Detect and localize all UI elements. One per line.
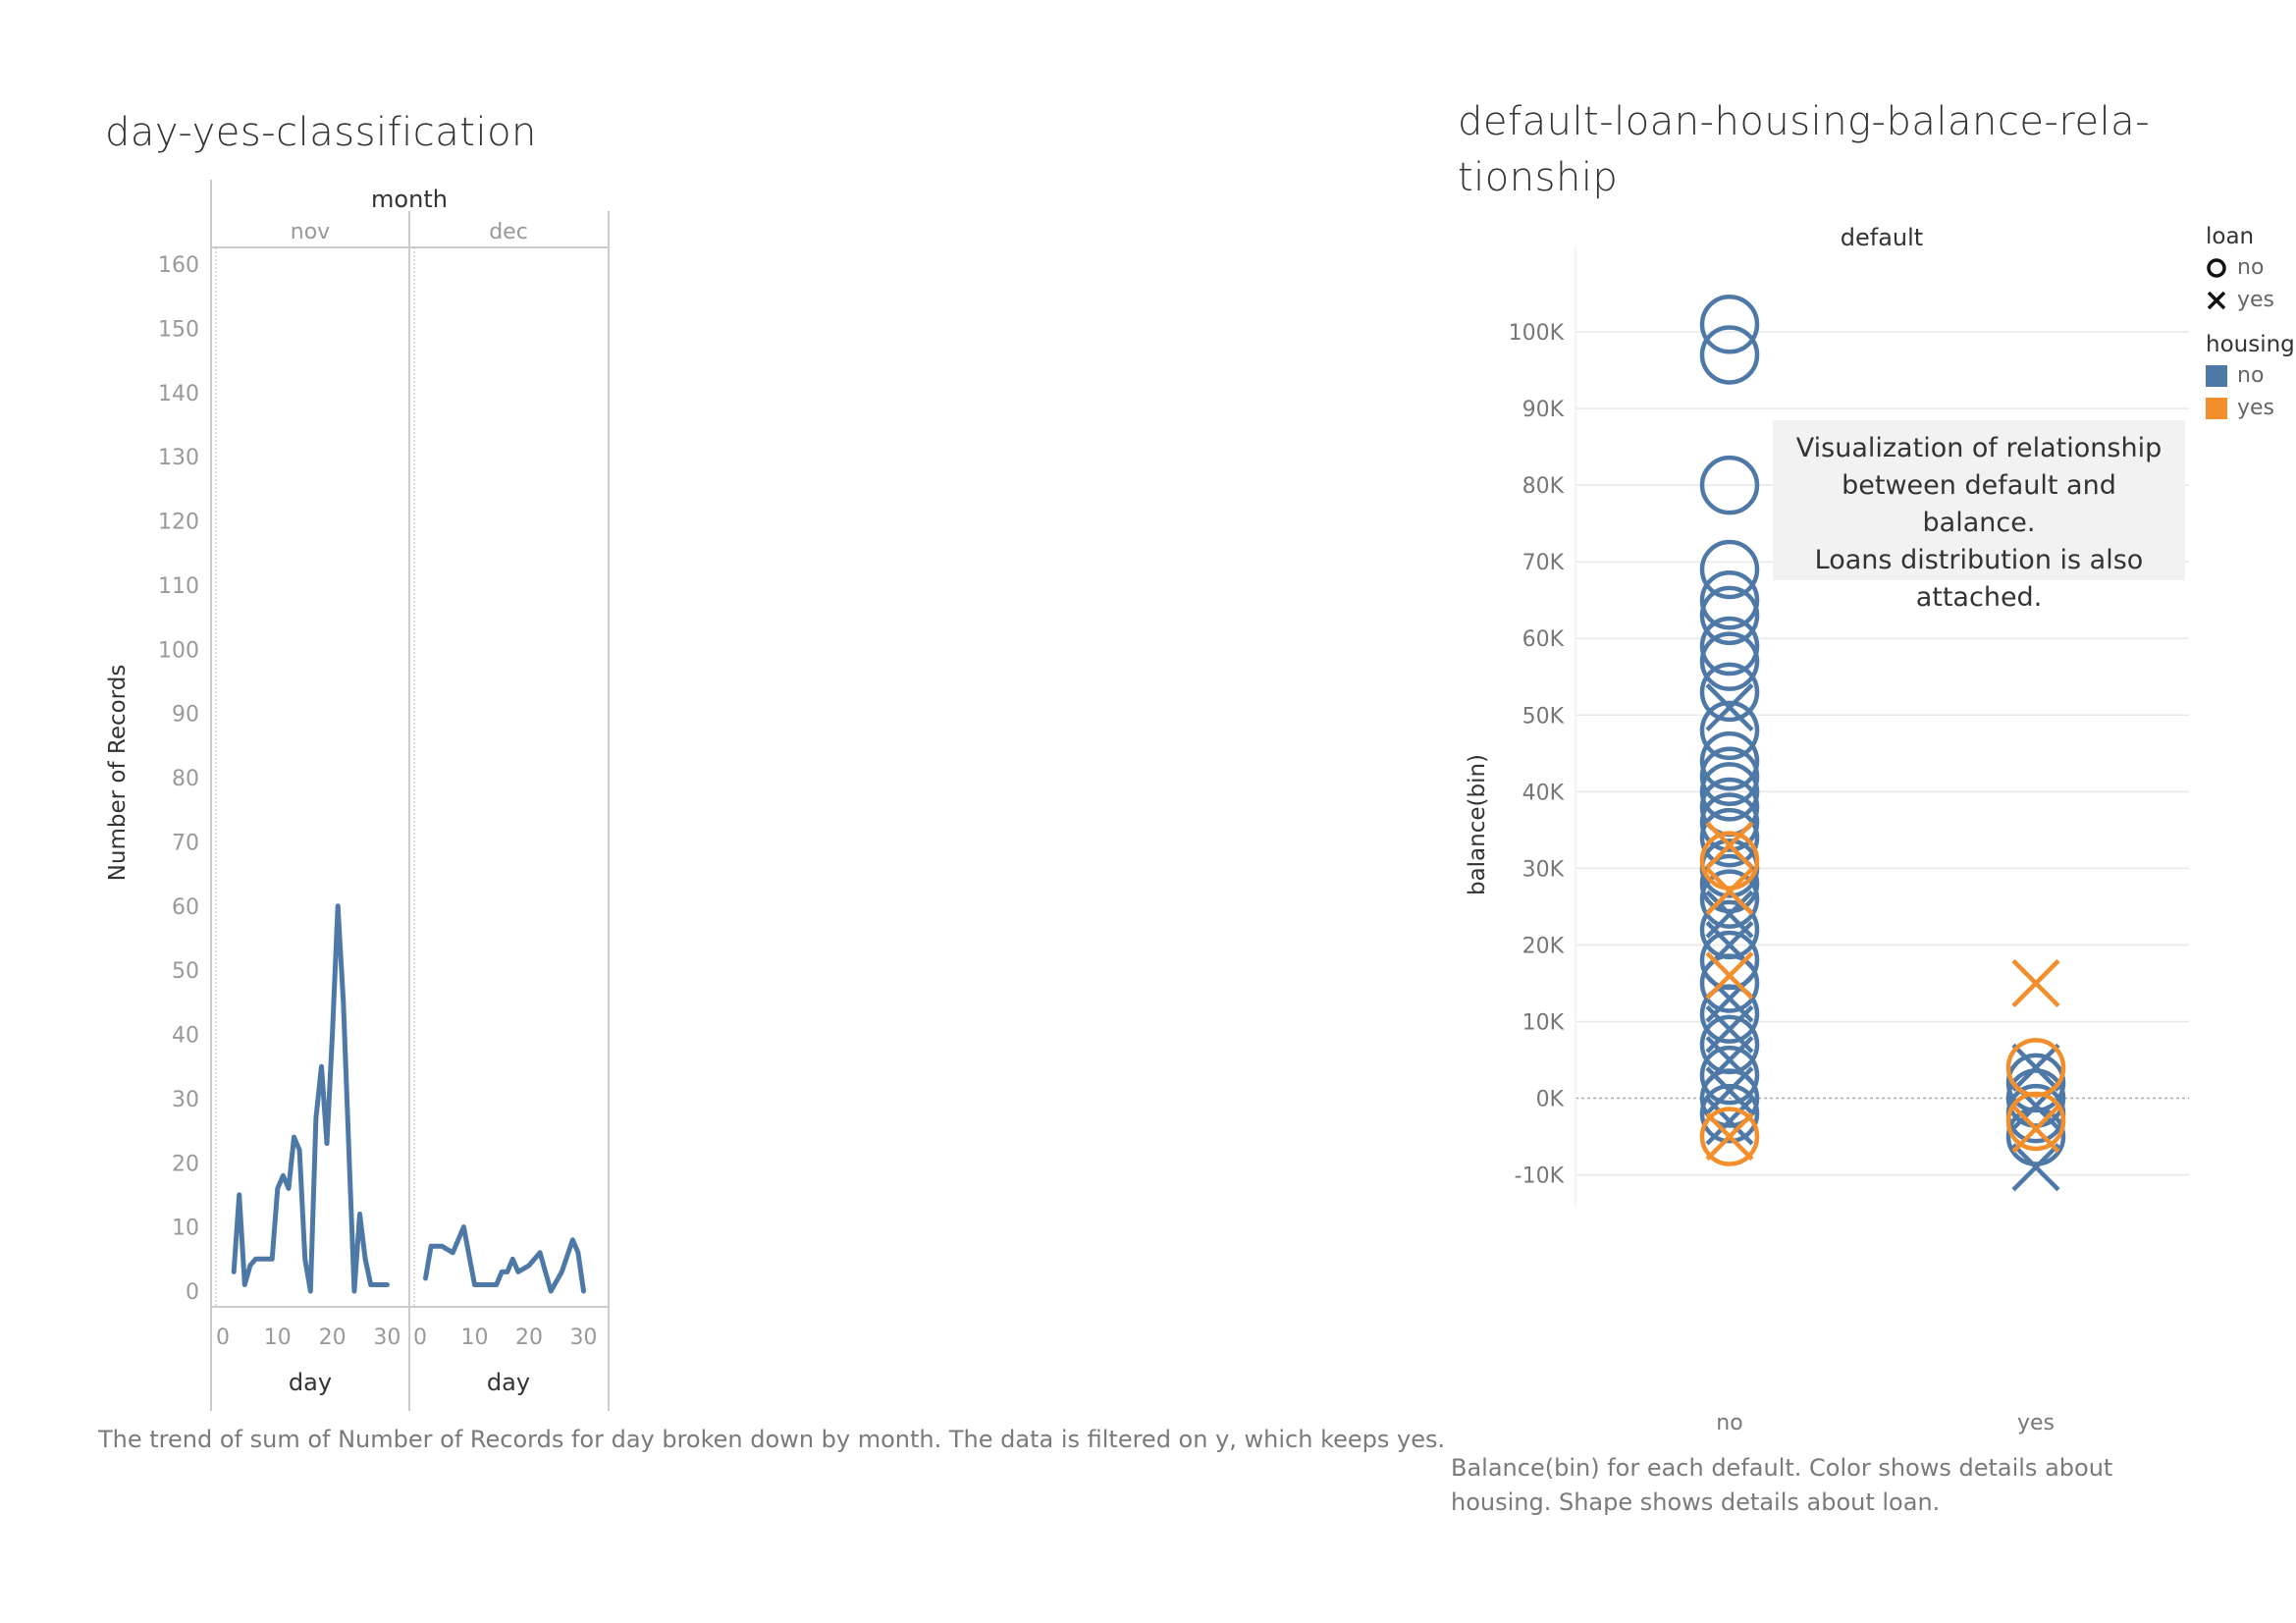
- point-cross[interactable]: [2011, 958, 2060, 1008]
- point-circle[interactable]: [1699, 1083, 1760, 1144]
- y-tick-label: 50: [172, 959, 199, 984]
- legend-label: yes: [2237, 288, 2275, 312]
- y-tick-label: 20K: [1522, 934, 1565, 958]
- series-line-nov[interactable]: [231, 903, 390, 1294]
- point-cross[interactable]: [2011, 1143, 2060, 1192]
- x-tick-label: 30: [569, 1325, 597, 1350]
- point-cross[interactable]: [1705, 951, 1754, 1001]
- y-tick-label: 70: [172, 831, 199, 855]
- point-circle[interactable]: [1699, 1014, 1760, 1075]
- y-tick-label: 10K: [1522, 1010, 1565, 1035]
- line-chart: month nov dec 01020304050607080901001101…: [105, 180, 610, 1411]
- y-tick-label: 100: [158, 638, 199, 663]
- x-axis-ticks: no yes: [1716, 1411, 2055, 1435]
- point-cross[interactable]: [2011, 1105, 2060, 1154]
- legend-title-housing: housing: [2206, 332, 2295, 357]
- caption-line: Balance(bin) for each default. Color sho…: [1451, 1454, 2113, 1482]
- x-tick-label: yes: [2017, 1411, 2055, 1435]
- y-tick-label: 140: [158, 382, 199, 406]
- y-tick-label: 60: [172, 895, 199, 920]
- x-tick-label: 20: [515, 1325, 543, 1350]
- y-tick-label: 70K: [1522, 551, 1565, 575]
- facet-label-dec: dec: [489, 220, 528, 244]
- legend-item-loan-no[interactable]: no: [2206, 255, 2294, 280]
- annotation-line: Visualization of relationship: [1795, 433, 2163, 463]
- y-tick-label: 0: [186, 1280, 199, 1305]
- right-chart-caption: Balance(bin) for each default. Color sho…: [1451, 1451, 2112, 1520]
- y-tick-label: 90: [172, 703, 199, 728]
- y-tick-label: 80: [172, 767, 199, 791]
- point-circle[interactable]: [1699, 325, 1760, 385]
- annotation-line: between default and balance.: [1842, 470, 2116, 538]
- facet-label-nov: nov: [291, 220, 330, 244]
- y-axis-label: Number of Records: [105, 665, 131, 882]
- right-chart-title-line1: default-loan-housing-balance-rela-: [1458, 99, 2151, 144]
- color-swatch-blue: [2206, 364, 2227, 387]
- xlabel-dec: day: [487, 1369, 530, 1396]
- legend-item-loan-yes[interactable]: yes: [2206, 288, 2294, 312]
- caption-line: housing. Shape shows details about loan.: [1451, 1488, 1941, 1516]
- y-tick-label: 90K: [1522, 398, 1565, 422]
- annotation-line: Loans distribution is also: [1814, 545, 2144, 575]
- point-circle[interactable]: [1699, 294, 1760, 354]
- xlabel-nov: day: [289, 1369, 332, 1396]
- y-axis-ticks: 0 10 20 30 40 50 60 70 80 90 100 110 120 130 140 150 160: [158, 253, 199, 1305]
- y-tick-label: 40: [172, 1024, 199, 1049]
- y-tick-label: 50K: [1522, 704, 1565, 729]
- point-circle[interactable]: [1699, 953, 1760, 1013]
- y-axis-ticks: -10K 0K 10K 20K 30K 40K 50K 60K 70K 80K 90K 100K: [1509, 321, 1565, 1189]
- y-tick-label: 0K: [1536, 1088, 1565, 1112]
- y-tick-label: 30: [172, 1088, 199, 1112]
- gridlines: [1575, 245, 2189, 1208]
- y-tick-label: 100K: [1509, 321, 1565, 346]
- y-tick-label: 20: [172, 1152, 199, 1176]
- y-tick-label: 30K: [1522, 857, 1565, 882]
- annotation-line: attached.: [1915, 582, 2043, 613]
- cross-icon: [2207, 291, 2226, 309]
- legend: loan no yes housing no yes: [2206, 224, 2295, 420]
- legend-label: yes: [2237, 396, 2275, 420]
- legend-label: no: [2237, 363, 2265, 388]
- y-tick-label: 10: [172, 1217, 199, 1241]
- series-line-dec[interactable]: [423, 1224, 586, 1294]
- left-chart-caption: The trend of sum of Number of Records fo…: [98, 1426, 1446, 1453]
- x-tick-label: 0: [216, 1325, 230, 1350]
- legend-title-loan: loan: [2206, 224, 2255, 249]
- y-tick-label: 60K: [1522, 627, 1565, 652]
- annotation-box: Visualization of relationship between de…: [1773, 420, 2185, 613]
- left-chart-title: day-yes-classification: [105, 110, 537, 155]
- x-axis-ticks: 0 10 20 30 0 10 20 30: [216, 1325, 597, 1350]
- right-chart-title: default-loan-housing-balance-rela- tions…: [1458, 94, 2150, 206]
- y-tick-label: 40K: [1522, 781, 1565, 805]
- y-tick-label: 110: [158, 574, 199, 599]
- point-circle[interactable]: [2005, 1107, 2066, 1166]
- y-tick-label: -10K: [1515, 1164, 1565, 1189]
- y-axis-label: balance(bin): [1465, 754, 1490, 895]
- y-tick-label: 130: [158, 446, 199, 470]
- default-header: default: [1841, 224, 1923, 251]
- color-swatch-orange: [2206, 397, 2227, 419]
- point-cross[interactable]: [2011, 1043, 2060, 1092]
- legend-label: no: [2237, 255, 2265, 280]
- scatter-chart: default -10K 0K 10K 20K 30K 40K 50K 60K 70K 80K 90…: [1465, 224, 2189, 1435]
- x-tick-label: 20: [319, 1325, 347, 1350]
- x-tick-label: 10: [460, 1325, 488, 1350]
- x-tick-label: 30: [373, 1325, 400, 1350]
- x-tick-label: no: [1716, 1411, 1742, 1435]
- legend-item-housing-no[interactable]: no: [2206, 363, 2294, 388]
- x-tick-label: 10: [264, 1325, 292, 1350]
- x-tick-label: 0: [413, 1325, 427, 1350]
- month-header: month: [371, 186, 448, 213]
- legend-item-housing-yes[interactable]: yes: [2206, 396, 2294, 420]
- y-tick-label: 80K: [1522, 474, 1565, 499]
- circle-icon: [2207, 257, 2226, 278]
- y-tick-label: 120: [158, 511, 199, 535]
- right-chart-title-line2: tionship: [1458, 155, 1619, 200]
- y-tick-label: 160: [158, 253, 199, 278]
- y-tick-label: 150: [158, 317, 199, 342]
